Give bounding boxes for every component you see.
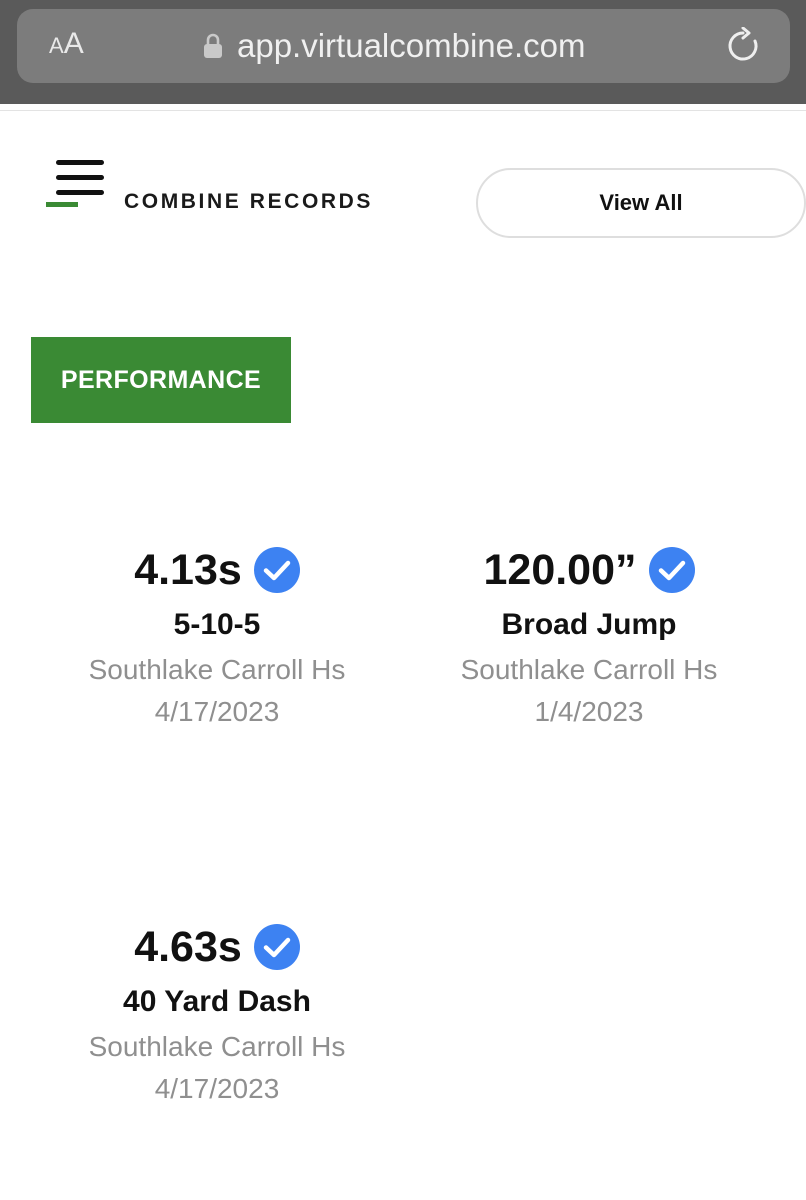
record-event-name: 5-10-5 xyxy=(173,608,261,641)
address-bar[interactable]: AA app.virtualcombine.com xyxy=(17,9,790,83)
verified-check-icon xyxy=(253,924,300,970)
lock-icon xyxy=(204,33,222,58)
reload-icon[interactable] xyxy=(724,27,762,65)
performance-section-badge: PERFORMANCE xyxy=(31,337,291,423)
text-size-large-a: A xyxy=(63,27,84,60)
record-date: 4/17/2023 xyxy=(154,1073,280,1104)
browser-toolbar: AA app.virtualcombine.com xyxy=(0,0,806,104)
record-event-name: 40 Yard Dash xyxy=(123,985,311,1018)
text-size-button[interactable]: AA xyxy=(49,27,97,67)
verified-check-icon xyxy=(648,547,695,593)
text-size-small-a: A xyxy=(49,33,64,58)
verified-check-icon xyxy=(253,547,300,593)
record-school: Southlake Carroll Hs xyxy=(88,1031,346,1062)
record-value: 4.13s xyxy=(134,545,242,594)
record-date: 1/4/2023 xyxy=(534,696,644,727)
record-value-row: 4.63s xyxy=(37,919,397,975)
record-value: 120.00” xyxy=(483,545,637,594)
view-all-button[interactable]: View All xyxy=(476,168,806,238)
page-title: COMBINE RECORDS xyxy=(124,190,374,213)
record-value-row: 120.00” xyxy=(409,542,769,598)
url-text: app.virtualcombine.com xyxy=(237,27,586,64)
record-value-row: 4.13s xyxy=(37,542,397,598)
record-school: Southlake Carroll Hs xyxy=(460,654,718,685)
record-event-name: Broad Jump xyxy=(501,608,677,641)
url-display[interactable]: app.virtualcombine.com xyxy=(203,23,586,69)
record-value: 4.63s xyxy=(134,922,242,971)
page-divider xyxy=(0,110,806,111)
record-card-5-10-5[interactable]: 4.13s 5-10-5 Southlake Carroll Hs 4/17/2… xyxy=(37,542,397,728)
record-card-40-yard-dash[interactable]: 4.63s 40 Yard Dash Southlake Carroll Hs … xyxy=(37,919,397,1105)
record-school: Southlake Carroll Hs xyxy=(88,654,346,685)
record-card-broad-jump[interactable]: 120.00” Broad Jump Southlake Carroll Hs … xyxy=(409,542,769,728)
record-date: 4/17/2023 xyxy=(154,696,280,727)
hamburger-menu-icon[interactable] xyxy=(46,158,108,210)
